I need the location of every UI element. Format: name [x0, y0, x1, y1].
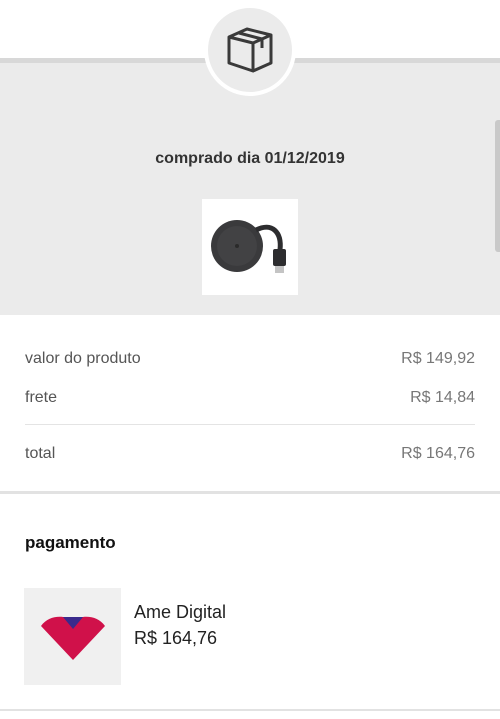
shipping-label: frete — [25, 389, 58, 406]
product-thumbnail[interactable] — [202, 199, 298, 295]
shipping-value: R$ 14,84 — [410, 389, 475, 406]
package-box-icon — [227, 27, 273, 73]
payment-title: pagamento — [25, 533, 116, 552]
total-value: R$ 164,76 — [401, 445, 475, 462]
shipping-row: frete R$ 14,84 — [25, 389, 475, 407]
ame-digital-logo — [40, 616, 105, 660]
scrollbar[interactable] — [495, 120, 500, 252]
payment-amount: R$ 164,76 — [134, 628, 218, 648]
order-header-panel: comprado dia 01/12/2019 — [0, 58, 500, 315]
payment-method-logo — [24, 588, 121, 685]
bottom-divider — [0, 709, 500, 711]
total-row: total R$ 164,76 — [25, 445, 475, 463]
purchase-date: comprado dia 01/12/2019 — [155, 150, 345, 167]
summary-divider — [25, 424, 475, 425]
section-divider — [0, 491, 500, 494]
payment-method-name: Ame Digital — [134, 602, 227, 622]
chromecast-image — [211, 220, 286, 273]
package-icon-badge — [204, 4, 296, 96]
product-value-label: valor do produto — [25, 350, 141, 367]
product-value: R$ 149,92 — [401, 350, 475, 367]
product-value-row: valor do produto R$ 149,92 — [25, 350, 475, 368]
total-label: total — [25, 445, 56, 462]
